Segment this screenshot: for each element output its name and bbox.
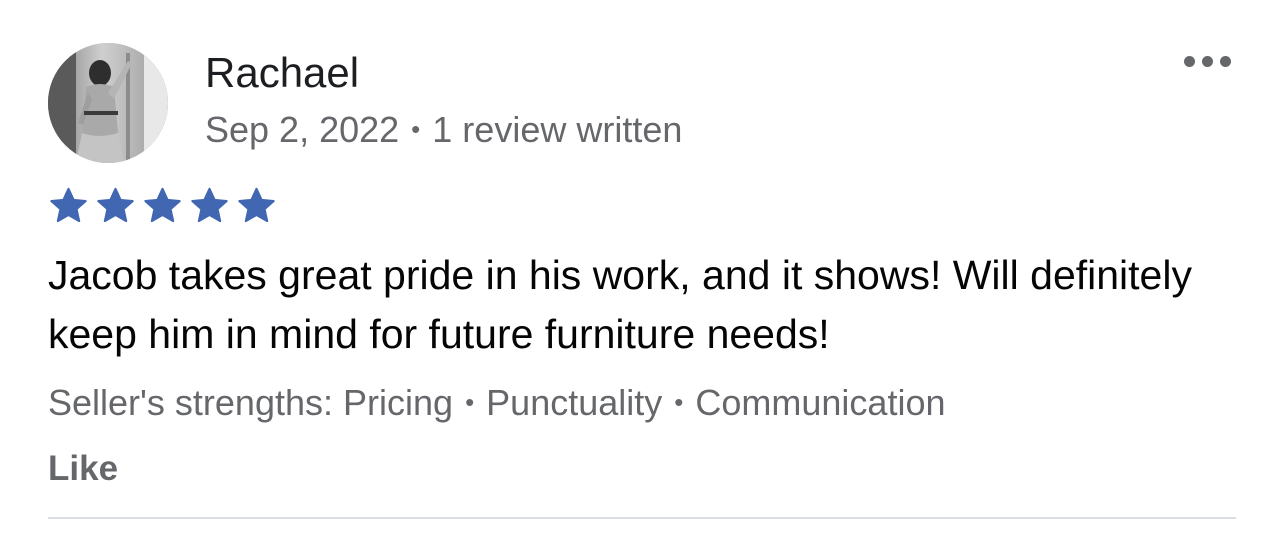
star-icon — [238, 187, 275, 223]
star-icon — [50, 187, 87, 223]
review-count: 1 review written — [432, 109, 683, 150]
review-card: Rachael Sep 2, 2022 • 1 review written Jac… — [0, 0, 1284, 534]
like-button[interactable]: Like — [48, 447, 118, 491]
strength-item: Punctuality — [486, 382, 663, 423]
star-rating — [46, 185, 279, 227]
star-icon — [191, 187, 228, 223]
reviewer-name[interactable]: Rachael — [205, 48, 359, 98]
meta-separator: • — [411, 114, 421, 144]
more-options-dot — [1219, 55, 1231, 67]
more-options-icon — [1183, 55, 1195, 67]
avatar-photo — [48, 43, 168, 163]
strengths-label: Seller's strengths: — [48, 382, 333, 423]
strength-item: Communication — [695, 382, 946, 423]
strength-item: Pricing — [343, 382, 454, 423]
review-text: Jacob takes great pride in his work, and… — [48, 252, 1192, 357]
review-meta: Sep 2, 2022 • 1 review written — [205, 107, 682, 152]
divider — [48, 517, 1236, 519]
star-icon — [97, 187, 134, 223]
review-date: Sep 2, 2022 — [205, 109, 400, 150]
strength-separator: • — [674, 387, 684, 417]
avatar[interactable] — [48, 43, 168, 163]
seller-strengths: Seller's strengths: Pricing • Punctuality •… — [48, 380, 946, 425]
strength-separator: • — [465, 387, 475, 417]
star-icon — [144, 187, 181, 223]
more-options-dot — [1201, 55, 1213, 67]
more-options-button[interactable] — [1176, 46, 1238, 76]
